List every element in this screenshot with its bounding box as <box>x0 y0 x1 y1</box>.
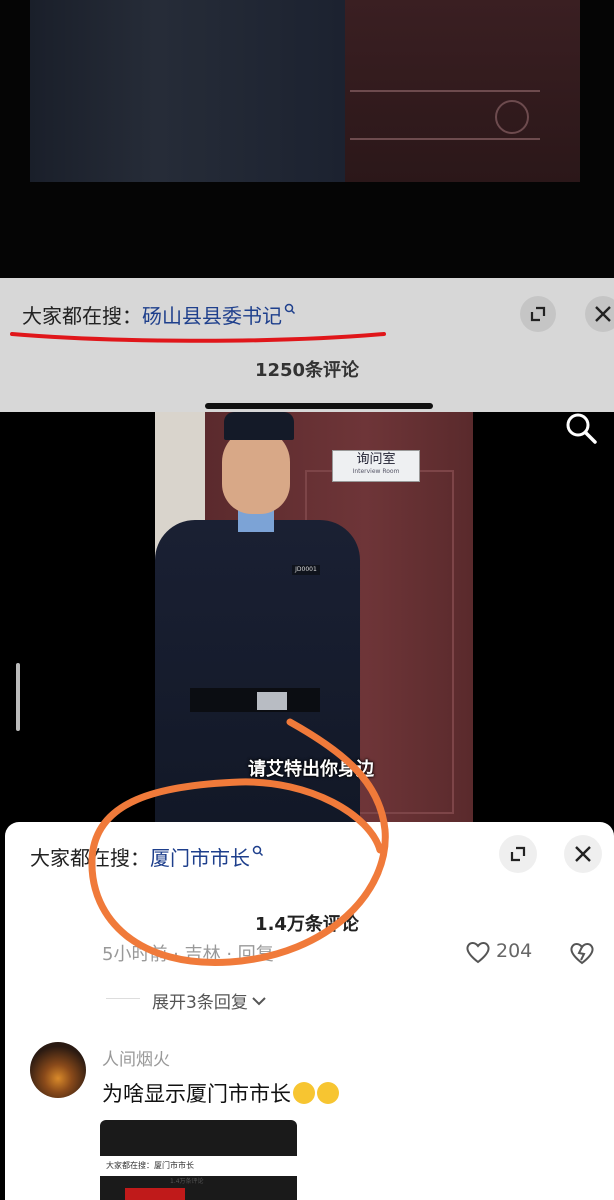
close-button[interactable] <box>585 296 614 332</box>
expand-button[interactable] <box>520 296 556 332</box>
door-knob <box>495 100 529 134</box>
comment-text: 为啥显示厦门市市长 <box>102 1078 339 1108</box>
avatar[interactable] <box>30 1042 86 1098</box>
search-icon[interactable] <box>563 410 599 446</box>
laugh-cry-emoji <box>317 1082 339 1104</box>
door-sign-text: 询问室 <box>356 452 396 467</box>
like-count: 204 <box>496 940 533 962</box>
red-annotation-underline <box>10 332 386 343</box>
close-icon <box>595 306 611 322</box>
thumbnail-red-element <box>125 1188 185 1200</box>
door-sign: 询问室 Interview Room <box>332 450 420 482</box>
officer-head <box>222 428 290 514</box>
drag-handle[interactable] <box>205 403 433 409</box>
laugh-cry-emoji <box>293 1082 315 1104</box>
close-icon <box>575 846 591 862</box>
officer-legs-image <box>30 0 345 182</box>
dislike-icon[interactable] <box>568 940 596 966</box>
comment-count: 1250条评论 <box>254 360 360 381</box>
expand-button[interactable] <box>499 835 537 873</box>
expand-replies-label: 展开3条回复 <box>152 993 248 1013</box>
like-heart-icon[interactable] <box>465 940 491 964</box>
orange-annotation-circle <box>88 718 389 966</box>
comment-body: 为啥显示厦门市市长 <box>102 1082 291 1106</box>
comment-username[interactable]: 人间烟火 <box>102 1045 170 1070</box>
chevron-down-icon <box>252 997 266 1006</box>
thumbnail-search-text: 大家都在搜：厦门市市长 <box>106 1161 194 1170</box>
scroll-indicator <box>16 663 20 731</box>
close-button[interactable] <box>564 835 602 873</box>
expand-icon <box>530 306 546 322</box>
expand-icon <box>510 846 526 862</box>
reply-divider <box>106 998 140 999</box>
officer-badge-number: JD0001 <box>292 565 320 575</box>
search-hint-icon <box>284 303 296 315</box>
thumbnail-comment-count: 1.4万条评论 <box>170 1178 204 1185</box>
door-sign-english: Interview Room <box>352 468 400 475</box>
expand-replies-button[interactable]: 展开3条回复 <box>152 988 267 1013</box>
officer-cap <box>224 412 294 440</box>
